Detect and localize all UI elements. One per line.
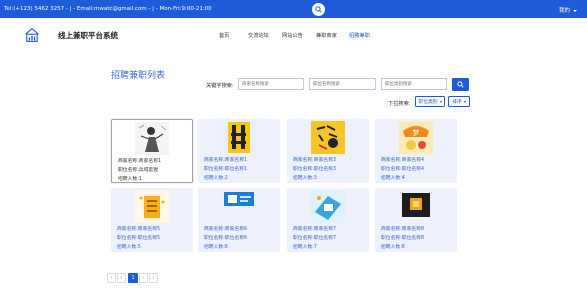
- recruit-count: 招聘人数:7: [293, 245, 317, 250]
- chevron-down-icon: [463, 100, 466, 103]
- job-thumbnail: [222, 190, 256, 223]
- job-thumbnail: [135, 190, 169, 223]
- pagination-prev[interactable]: ‹: [117, 273, 126, 283]
- pagination-page-current[interactable]: 1: [128, 273, 138, 283]
- merchant-name: 商家名称:商家名称4: [381, 158, 425, 163]
- recruit-count: 招聘人数:3: [293, 176, 317, 181]
- nav-merchants[interactable]: 兼职商家: [316, 32, 337, 39]
- logo-icon: [25, 27, 39, 42]
- recruit-count: 招聘人数:6: [204, 245, 228, 250]
- category-dropdown[interactable]: 职位类别: [415, 96, 445, 107]
- recruit-count: 招聘人数:8: [381, 245, 405, 250]
- merchant-name: 商家名称:商家名称1: [118, 159, 162, 164]
- nav-forum[interactable]: 交流论坛: [248, 32, 269, 39]
- sort-dropdown[interactable]: 排序: [448, 96, 470, 107]
- chevron-down-icon: [573, 9, 577, 12]
- job-card[interactable]: 商家名称:商家名称7 职位名称:职位名称7 招聘人数:7: [287, 188, 369, 252]
- job-card[interactable]: 商家名称:商家名称6 职位名称:职位名称6 招聘人数:6: [198, 188, 280, 252]
- nav-announcements[interactable]: 网站公告: [282, 32, 303, 39]
- search-icon: [315, 6, 322, 13]
- category-dropdown-label: 职位类别: [418, 100, 438, 105]
- search-icon: [457, 81, 464, 88]
- merchant-name: 商家名称:商家名称7: [293, 227, 337, 232]
- contact-info: Tel:(+123) 5462 3257 - | - Email:mwatc@g…: [4, 6, 212, 12]
- page-title: 招聘兼职列表: [111, 71, 166, 81]
- merchant-name: 商家名称:商家名称3: [293, 158, 337, 163]
- job-card[interactable]: 商家名称:商家名称1 职位名称:兵域逛猩 招聘人数:1: [111, 119, 193, 183]
- merchant-name: 商家名称:商家名称8: [381, 227, 425, 232]
- recruit-count: 招聘人数:4: [381, 176, 405, 181]
- position-name: 职位名称:职位名称4: [381, 167, 425, 172]
- user-menu-label: 我的: [558, 8, 570, 14]
- chevron-down-icon: [439, 100, 442, 103]
- svg-text:梦: 梦: [413, 129, 420, 137]
- position-name: 职位名称:职位名称3: [293, 167, 337, 172]
- job-thumbnail: [222, 121, 256, 154]
- keyword-search-label: 关键字搜索:: [206, 83, 234, 89]
- position-category-search-input[interactable]: [381, 78, 447, 90]
- job-thumbnail: [399, 190, 433, 223]
- job-thumbnail: 梦: [399, 121, 433, 154]
- merchant-name: 商家名称:商家名称6: [204, 227, 248, 232]
- position-name: 职位名称:职位名称6: [204, 236, 248, 241]
- position-name: 职位名称:职位名称1: [204, 167, 248, 172]
- position-name: 职位名称:职位名称7: [293, 236, 337, 241]
- pagination-next-more[interactable]: ›: [149, 273, 158, 283]
- merchant-name: 商家名称:商家名称5: [117, 227, 161, 232]
- top-bar: Tel:(+123) 5462 3257 - | - Email:mwatc@g…: [0, 0, 587, 18]
- job-card[interactable]: 梦 商家名称:商家名称4 职位名称:职位名称4 招聘人数:4: [375, 119, 457, 183]
- job-thumbnail: [311, 190, 345, 223]
- recruit-count: 招聘人数:1: [118, 177, 142, 182]
- position-name: 职位名称:兵域逛猩: [118, 168, 158, 173]
- job-thumbnail: [135, 122, 169, 155]
- merchant-name-search-input[interactable]: [238, 78, 304, 90]
- position-name: 职位名称:职位名称5: [117, 236, 161, 241]
- nav-bar: 线上兼职平台系统 首页 交流论坛 网站公告 兼职商家 招聘兼职: [0, 18, 587, 52]
- pagination-next[interactable]: ›: [139, 273, 148, 283]
- search-button[interactable]: [452, 78, 469, 91]
- user-menu[interactable]: 我的: [559, 6, 577, 14]
- nav-jobs[interactable]: 招聘兼职: [349, 32, 370, 39]
- merchant-name: 商家名称:商家名称1: [204, 158, 248, 163]
- dropdown-search-label: 下拉搜索:: [388, 101, 411, 107]
- sort-dropdown-label: 排序: [452, 100, 462, 105]
- site-title: 线上兼职平台系统: [58, 31, 118, 40]
- pagination-prev-more[interactable]: ‹: [107, 273, 116, 283]
- job-card[interactable]: 商家名称:商家名称3 职位名称:职位名称3 招聘人数:3: [287, 119, 369, 183]
- job-card[interactable]: 商家名称:商家名称1 职位名称:职位名称1 招聘人数:2: [198, 119, 280, 183]
- job-card[interactable]: 商家名称:商家名称5 职位名称:职位名称5 招聘人数:5: [111, 188, 193, 252]
- recruit-count: 招聘人数:5: [117, 245, 141, 250]
- job-thumbnail: [311, 121, 345, 154]
- job-card[interactable]: 商家名称:商家名称8 职位名称:职位名称8 招聘人数:8: [375, 188, 457, 252]
- position-name: 职位名称:职位名称8: [381, 236, 425, 241]
- position-name-search-input[interactable]: [309, 78, 376, 90]
- top-search-button[interactable]: [312, 3, 325, 16]
- nav-home[interactable]: 首页: [219, 32, 229, 39]
- recruit-count: 招聘人数:2: [204, 176, 228, 181]
